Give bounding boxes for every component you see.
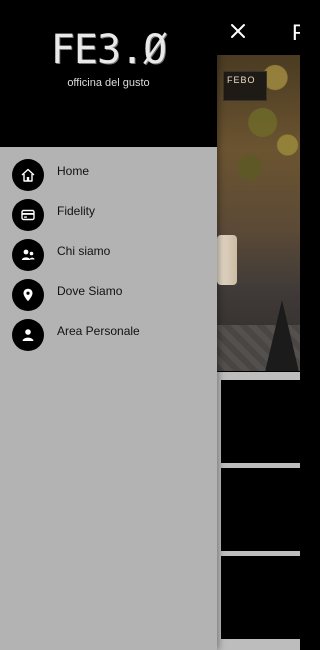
content-card[interactable] [221, 556, 300, 639]
people-icon [12, 239, 44, 271]
app-screen: F FEBO FE3.Ø officina del gusto Home Fid… [0, 0, 300, 650]
navigation-drawer: FE3.Ø officina del gusto Home Fidelity C… [0, 0, 217, 650]
card-icon [12, 199, 44, 231]
hero-barrel [217, 235, 237, 285]
menu-item-fidelity[interactable]: Fidelity [0, 195, 217, 235]
menu-item-label: Dove Siamo [57, 284, 123, 298]
content-card[interactable] [221, 468, 300, 551]
hero-image: FEBO [217, 55, 300, 371]
location-pin-icon [12, 279, 44, 311]
hero-sign-text: FEBO [227, 75, 256, 85]
logo-main-text: FE3.Ø [50, 27, 167, 73]
menu-item-label: Home [57, 164, 90, 178]
menu-item-home[interactable]: Home [0, 155, 217, 195]
logo-subtitle: officina del gusto [67, 77, 150, 89]
drawer-menu: Home Fidelity Chi siamo Dove Siamo Area … [0, 155, 217, 355]
drawer-header: FE3.Ø officina del gusto [0, 0, 217, 147]
menu-item-dove-siamo[interactable]: Dove Siamo [0, 275, 217, 315]
person-icon [12, 319, 44, 351]
menu-item-chi-siamo[interactable]: Chi siamo [0, 235, 217, 275]
brand-logo: FE3.Ø officina del gusto [0, 28, 217, 90]
menu-item-label: Area Personale [57, 324, 140, 338]
card-list [217, 372, 300, 650]
menu-item-label: Chi siamo [57, 244, 111, 258]
home-icon [12, 159, 44, 191]
menu-item-area-personale[interactable]: Area Personale [0, 315, 217, 355]
background-page-title: F [292, 20, 300, 45]
close-drawer-button[interactable] [226, 19, 250, 43]
content-card[interactable] [221, 380, 300, 463]
menu-item-label: Fidelity [57, 204, 96, 218]
close-icon [231, 24, 245, 38]
